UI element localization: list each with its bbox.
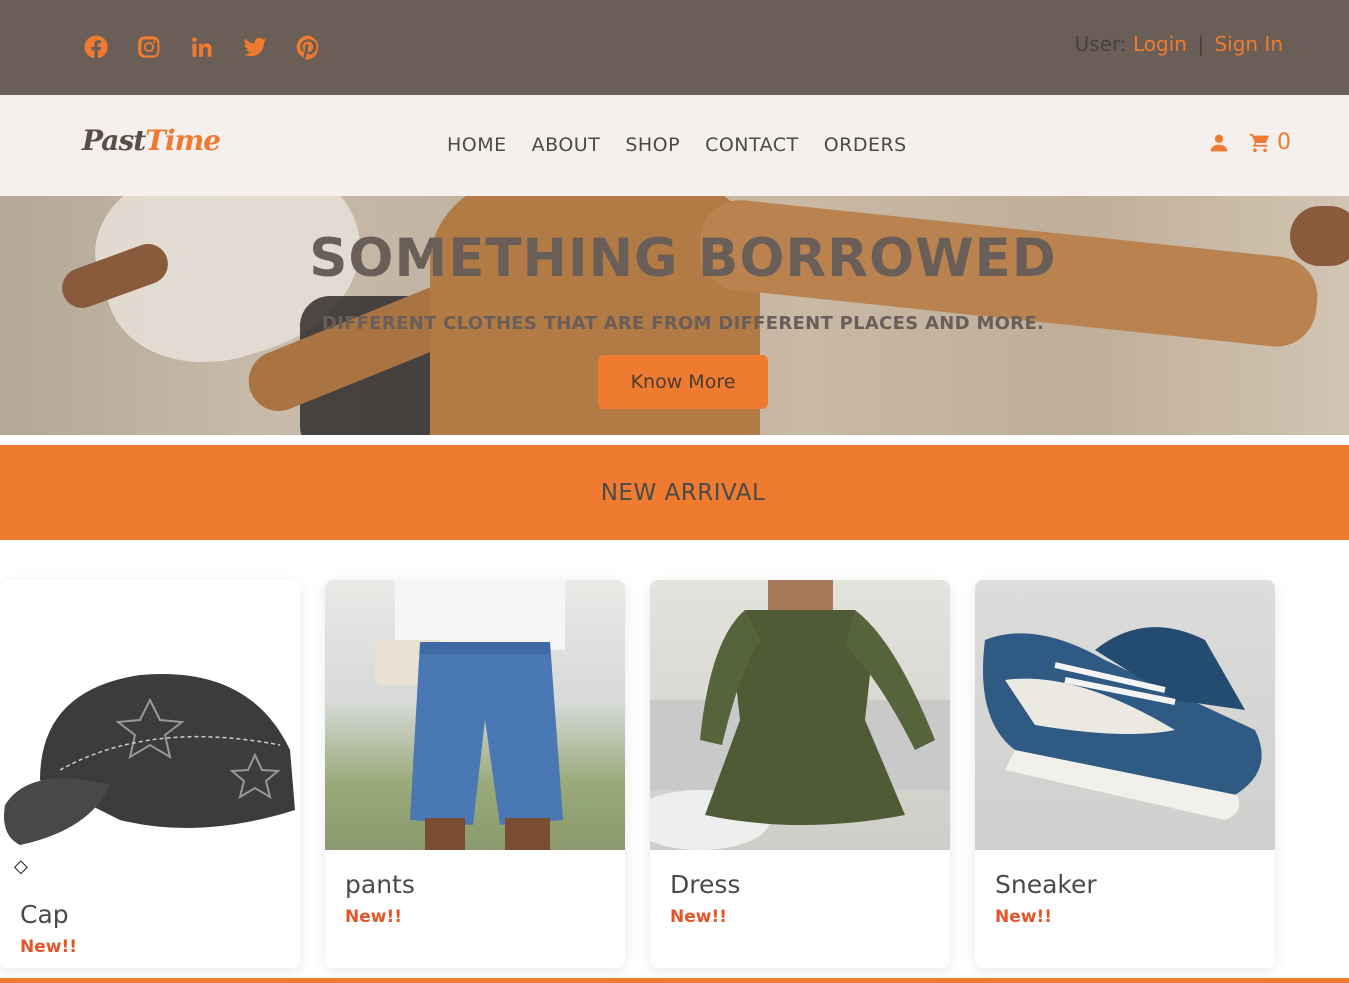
auth-separator: | <box>1197 32 1205 56</box>
product-card-cap[interactable]: ◇ Cap New!! <box>0 580 300 968</box>
product-tag: New!! <box>345 907 402 927</box>
top-bar: User: Login | Sign In <box>0 0 1349 95</box>
facebook-icon[interactable] <box>82 33 109 60</box>
logo-part-past: Past <box>82 124 146 157</box>
nav-about[interactable]: ABOUT <box>532 134 601 156</box>
product-image <box>0 580 300 880</box>
know-more-button[interactable]: Know More <box>598 355 768 409</box>
social-links <box>82 33 321 60</box>
diamond-icon: ◇ <box>14 856 28 877</box>
signin-link[interactable]: Sign In <box>1214 32 1283 56</box>
product-tag: New!! <box>995 907 1052 927</box>
user-auth: User: Login | Sign In <box>1075 32 1283 56</box>
login-link[interactable]: Login <box>1133 32 1187 56</box>
product-card-sneaker[interactable]: Sneaker New!! <box>975 580 1275 968</box>
main-menu: HOME ABOUT SHOP CONTACT ORDERS <box>447 134 907 156</box>
cart-button[interactable]: 0 <box>1249 130 1291 155</box>
nav-icons: 0 <box>1209 130 1291 155</box>
nav-shop[interactable]: SHOP <box>625 134 680 156</box>
logo[interactable]: PastTime <box>82 124 221 157</box>
product-card-dress[interactable]: Dress New!! <box>650 580 950 968</box>
linkedin-icon[interactable] <box>188 33 215 60</box>
twitter-icon[interactable] <box>241 33 268 60</box>
footer-divider <box>0 978 1349 983</box>
cart-icon <box>1249 133 1270 152</box>
nav-contact[interactable]: CONTACT <box>705 134 799 156</box>
product-tag: New!! <box>20 937 77 957</box>
user-label: User: <box>1074 32 1127 56</box>
section-title: NEW ARRIVAL <box>600 480 766 506</box>
hero-title: SOMETHING BORROWED <box>309 228 1057 289</box>
product-name: Cap <box>20 900 69 929</box>
product-card-pants[interactable]: pants New!! <box>325 580 625 968</box>
product-name: Sneaker <box>995 870 1097 899</box>
nav-home[interactable]: HOME <box>447 134 507 156</box>
user-icon[interactable] <box>1209 133 1229 153</box>
product-name: pants <box>345 870 415 899</box>
product-image <box>975 580 1275 850</box>
product-image <box>650 580 950 850</box>
product-name: Dress <box>670 870 741 899</box>
hero-subtitle: DIFFERENT CLOTHES THAT ARE FROM DIFFEREN… <box>321 313 1045 334</box>
product-image <box>325 580 625 850</box>
cart-count: 0 <box>1277 130 1291 155</box>
instagram-icon[interactable] <box>135 33 162 60</box>
pinterest-icon[interactable] <box>294 33 321 60</box>
nav-orders[interactable]: ORDERS <box>824 134 907 156</box>
product-tag: New!! <box>670 907 727 927</box>
logo-part-time: Time <box>145 124 221 157</box>
